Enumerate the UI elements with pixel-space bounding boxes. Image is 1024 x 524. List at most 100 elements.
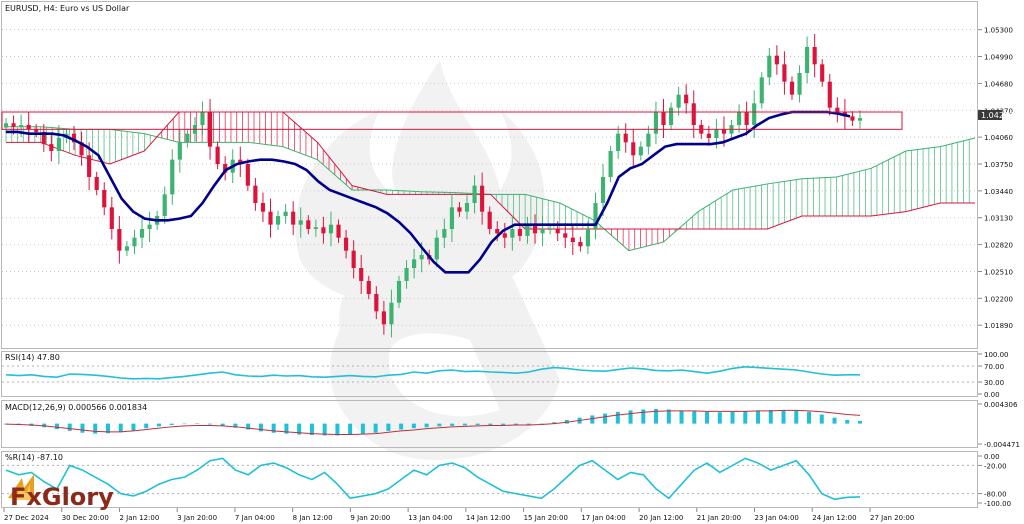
macd-histogram-bar <box>768 409 773 424</box>
williams-r-panel: 0.00-20.00 -80.00-100.00 <box>2 453 1011 508</box>
macd-histogram-bar <box>195 423 200 424</box>
candle-body <box>291 211 296 225</box>
candle-body <box>117 229 122 251</box>
candle-body <box>805 47 810 73</box>
candle-body <box>124 246 129 251</box>
candle-body <box>661 112 666 125</box>
candle-body <box>336 224 341 238</box>
time-tick-label: 9 Jan 20:00 <box>350 514 390 522</box>
candle-body <box>563 233 568 238</box>
macd-histogram-bar <box>717 412 722 424</box>
macd-histogram-bar <box>513 423 518 425</box>
candle-body <box>759 77 764 104</box>
candle-body <box>132 237 137 247</box>
candle-body <box>139 229 145 238</box>
candle-body <box>668 107 674 125</box>
candle-body <box>245 164 250 186</box>
time-tick-label: 23 Jan 04:00 <box>755 514 799 522</box>
candle-body <box>185 133 190 143</box>
macd-histogram-bar <box>501 423 506 425</box>
macd-histogram-bar <box>628 410 633 424</box>
macd-histogram-bar <box>679 410 684 424</box>
macd-histogram-bar <box>666 409 671 424</box>
macd-histogram-bar <box>118 423 123 433</box>
candle-body <box>706 133 711 138</box>
macd-histogram-bar <box>399 423 404 430</box>
macd-histogram-bar <box>858 420 862 424</box>
candle-body <box>434 237 439 260</box>
candle-body <box>381 311 386 325</box>
chart-canvas: 1.053001.049901.046801.043701.040601.037… <box>1 1 1020 522</box>
macd-histogram-bar <box>131 423 136 431</box>
macd-histogram-bar <box>641 409 646 424</box>
candle-body <box>87 155 92 177</box>
macd-histogram-bar <box>781 409 786 424</box>
price-tick-label: 1.02820 <box>984 242 1013 250</box>
candle-body <box>56 138 61 151</box>
macd-histogram-bar <box>54 423 59 430</box>
candle-body <box>457 207 462 212</box>
price-tick-label: 1.03440 <box>984 188 1013 196</box>
candle-body <box>404 268 409 281</box>
macd-histogram-bar <box>832 417 837 424</box>
time-tick-label: 3 Jan 20:00 <box>177 514 217 522</box>
candle-body <box>215 146 220 164</box>
candle-body <box>608 151 613 177</box>
price-tick-label: 1.05300 <box>984 27 1013 35</box>
candle-body <box>306 220 311 229</box>
candle-body <box>442 229 447 238</box>
candle-body <box>94 177 99 190</box>
time-tick-label: 20 Jan 12:00 <box>639 514 683 522</box>
candle-body <box>850 116 855 121</box>
candle-body <box>344 237 349 251</box>
candle-body <box>419 255 424 260</box>
chart-description: Euro vs US Dollar <box>60 4 130 13</box>
macd-histogram-bar <box>756 410 761 424</box>
macd-histogram-bar <box>819 414 824 424</box>
candle-body <box>275 216 281 225</box>
candle-body <box>737 112 742 125</box>
candle-body <box>631 142 636 156</box>
price-axis: 1.053001.049901.046801.043701.040601.037… <box>978 27 1013 330</box>
time-tick-label: 24 Jan 12:00 <box>812 514 856 522</box>
macd-histogram-bar <box>807 411 812 424</box>
time-tick-label: 7 Jan 04:00 <box>235 514 275 522</box>
candle-body <box>820 64 825 82</box>
macd-histogram-bar <box>424 423 429 428</box>
price-tick-label: 1.04990 <box>984 54 1013 62</box>
candle-body <box>200 112 205 125</box>
macd-histogram-bar <box>526 423 531 425</box>
price-tick-label: 1.04060 <box>984 134 1013 142</box>
candle-body <box>578 242 583 247</box>
axis-tick-label: 100.00 <box>984 351 1009 359</box>
macd-histogram-bar <box>615 411 620 424</box>
candle-body <box>170 159 175 195</box>
candle-body <box>472 185 477 203</box>
macd-histogram-bar <box>156 423 161 427</box>
candle-body <box>260 203 266 212</box>
candle-body <box>797 73 802 95</box>
candle-body <box>283 211 288 216</box>
candle-body <box>268 211 273 225</box>
time-tick-label: 15 Jan 20:00 <box>524 514 568 522</box>
macd-histogram-bar <box>67 423 72 431</box>
candle-body <box>646 133 651 147</box>
macd-histogram-bar <box>603 413 608 424</box>
candle-body <box>298 220 303 225</box>
candle-body <box>449 207 454 229</box>
candle-body <box>359 268 364 281</box>
time-tick-label: 27 Jan 20:00 <box>870 514 914 522</box>
williams-r-label: %R(14) -87.10 <box>5 453 63 462</box>
svg-text:FxGlory: FxGlory <box>10 483 114 511</box>
candle-body <box>366 281 371 294</box>
macd-histogram-bar <box>335 423 340 436</box>
current-price-tag: 1.04283 <box>978 110 1014 120</box>
macd-label: MACD(12,26,9) 0.000566 0.001834 <box>5 403 147 412</box>
macd-histogram-bar <box>80 423 85 433</box>
axis-tick-label: 70.00 <box>984 363 1004 371</box>
candle-body <box>585 229 591 247</box>
macd-histogram-bar <box>590 415 595 424</box>
axis-tick-label: 30.00 <box>984 379 1004 387</box>
macd-histogram-bar <box>207 423 212 425</box>
candle-body <box>721 129 727 134</box>
